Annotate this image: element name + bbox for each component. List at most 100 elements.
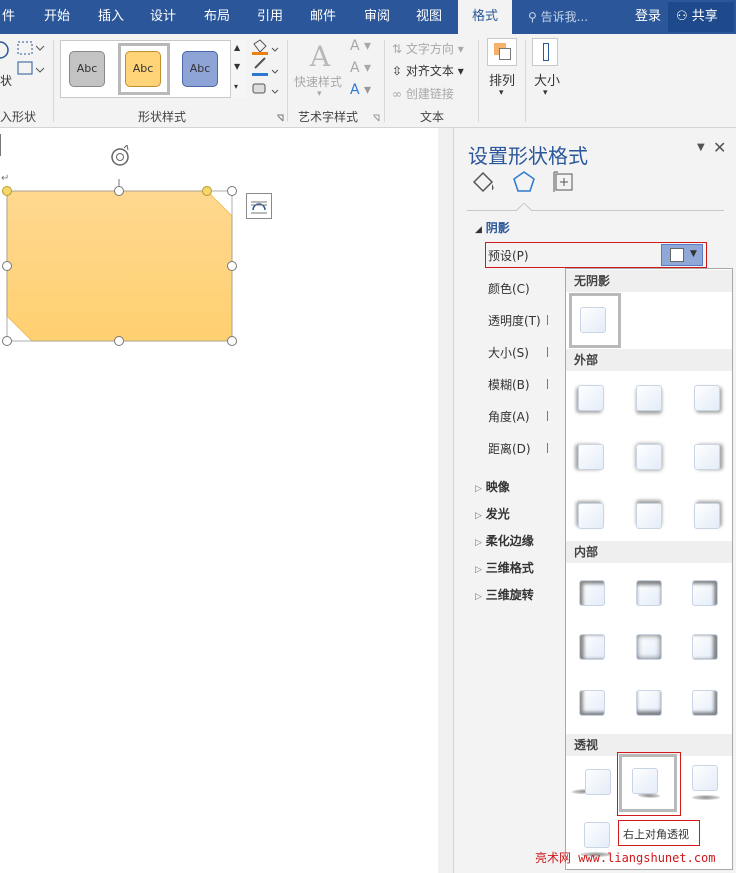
- resize-handle[interactable]: [2, 336, 12, 346]
- preset-inner[interactable]: [692, 580, 718, 606]
- scroll-up-icon[interactable]: ▲: [234, 43, 240, 52]
- preset-outer[interactable]: [694, 444, 720, 470]
- close-icon[interactable]: ✕: [713, 138, 726, 157]
- arrange-icon[interactable]: [487, 38, 517, 66]
- style-swatch-gray[interactable]: Abc: [69, 51, 105, 87]
- resize-handle[interactable]: [227, 186, 237, 196]
- resize-handle[interactable]: [114, 336, 124, 346]
- shape-fill-outline-effects[interactable]: [250, 38, 286, 102]
- more-icon[interactable]: ▾: [234, 82, 238, 91]
- dialog-launcher-icon[interactable]: [276, 114, 284, 122]
- divider: [287, 40, 288, 122]
- tab-insert[interactable]: 插入: [98, 0, 124, 34]
- resize-handle[interactable]: [2, 186, 12, 196]
- preset-no-shadow[interactable]: [580, 307, 606, 333]
- pane-category-icons: [472, 171, 573, 193]
- preset-label: 预设(P): [488, 249, 529, 263]
- angle-label: 角度(A): [488, 410, 530, 424]
- align-text-button[interactable]: ⇳ 对齐文本 ▾: [392, 62, 464, 79]
- dialog-launcher-icon[interactable]: [372, 114, 380, 122]
- resize-handle[interactable]: [114, 186, 124, 196]
- tab-design[interactable]: 设计: [150, 0, 176, 34]
- adjust-handle[interactable]: [202, 186, 212, 196]
- format-3d-section[interactable]: ▷ 三维格式: [475, 559, 534, 576]
- text-direction-button[interactable]: ⇅ 文字方向 ▾: [392, 40, 464, 57]
- resize-handle[interactable]: [227, 336, 237, 346]
- text-effects-icon[interactable]: A ▾: [350, 82, 371, 98]
- pane-options-icon[interactable]: ▼: [697, 142, 705, 153]
- gallery-scroll[interactable]: ▲ ▼ ▾: [230, 40, 246, 98]
- preset-inner[interactable]: [636, 580, 662, 606]
- preset-inner[interactable]: [579, 690, 605, 716]
- slider-tick[interactable]: [547, 379, 548, 389]
- tab-format[interactable]: 格式: [458, 0, 513, 34]
- tab-references[interactable]: 引用: [257, 0, 283, 34]
- size-label[interactable]: 大小: [534, 70, 560, 89]
- scroll-down-icon[interactable]: ▼: [234, 62, 240, 71]
- preset-inner[interactable]: [579, 634, 605, 660]
- collapsed-triangle-icon: ▷: [475, 538, 482, 548]
- soft-edges-label: 柔化边缘: [485, 534, 534, 548]
- tab-review[interactable]: 审阅: [364, 0, 390, 34]
- preset-outer[interactable]: [636, 503, 662, 529]
- share-button[interactable]: ⚇ 共享: [668, 2, 734, 32]
- preset-inner[interactable]: [579, 580, 605, 606]
- preset-perspective[interactable]: [692, 765, 718, 791]
- preset-outer[interactable]: [636, 444, 662, 470]
- slider-tick[interactable]: [547, 443, 548, 453]
- quick-styles-label: 快速样式: [294, 75, 343, 89]
- style-swatch-blue[interactable]: Abc: [182, 51, 218, 87]
- preset-perspective[interactable]: [584, 822, 610, 848]
- preset-inner[interactable]: [636, 634, 662, 660]
- login-button[interactable]: 登录: [635, 0, 661, 34]
- rotation-3d-section[interactable]: ▷ 三维旋转: [475, 586, 534, 603]
- preset-inner[interactable]: [692, 634, 718, 660]
- text-fill-icon[interactable]: A ▾: [350, 38, 371, 54]
- soft-edges-section[interactable]: ▷ 柔化边缘: [475, 532, 534, 549]
- preset-inner[interactable]: [636, 690, 662, 716]
- slider-tick[interactable]: [547, 315, 548, 325]
- insert-shapes-icons[interactable]: [0, 40, 55, 102]
- slider-tick[interactable]: [547, 347, 548, 357]
- chevron-down-icon: [271, 69, 279, 74]
- preset-dropdown-button[interactable]: ▼: [661, 244, 703, 266]
- collapsed-triangle-icon: ▷: [475, 565, 482, 575]
- shape-effects-icon: [252, 83, 266, 94]
- tab-home[interactable]: 开始: [44, 0, 70, 34]
- tab-file[interactable]: 件: [2, 0, 15, 34]
- size-icon[interactable]: [532, 38, 558, 66]
- watermark: 亮术网 www.liangshunet.com: [535, 851, 716, 865]
- tell-me-search[interactable]: ⚲ 告诉我...: [528, 0, 588, 34]
- preset-outer[interactable]: [578, 385, 604, 411]
- selected-shape[interactable]: [0, 145, 280, 355]
- shadow-preview-icon: [670, 248, 684, 262]
- preset-outer[interactable]: [636, 385, 662, 411]
- preset-outer[interactable]: [578, 444, 604, 470]
- reflection-section[interactable]: ▷ 映像: [475, 478, 510, 495]
- preset-outer[interactable]: [694, 503, 720, 529]
- style-swatch-orange[interactable]: Abc: [125, 51, 161, 87]
- resize-handle[interactable]: [2, 261, 12, 271]
- slider-tick[interactable]: [547, 411, 548, 421]
- tab-layout[interactable]: 布局: [204, 0, 230, 34]
- chevron-down-icon: ▾: [317, 89, 322, 99]
- text-outline-icon[interactable]: A ▾: [350, 60, 371, 76]
- preset-outer[interactable]: [694, 385, 720, 411]
- create-link-button[interactable]: ∞ 创建链接: [392, 85, 454, 102]
- preset-tooltip: 右上对角透视: [618, 820, 700, 846]
- preset-perspective[interactable]: [585, 769, 611, 795]
- preset-perspective-upper-right[interactable]: [632, 768, 658, 794]
- tab-view[interactable]: 视图: [416, 0, 442, 34]
- glow-section[interactable]: ▷ 发光: [475, 505, 510, 522]
- layout-options-icon[interactable]: [246, 193, 272, 219]
- resize-handle[interactable]: [227, 261, 237, 271]
- preset-outer[interactable]: [578, 503, 604, 529]
- tab-mailings[interactable]: 邮件: [310, 0, 336, 34]
- distance-label: 距离(D): [488, 442, 531, 456]
- active-tab-pointer: [516, 203, 532, 212]
- preset-inner[interactable]: [692, 690, 718, 716]
- glow-label: 发光: [485, 507, 510, 521]
- arrange-label[interactable]: 排列: [489, 70, 515, 89]
- shadow-section[interactable]: ◢ 阴影: [475, 219, 510, 236]
- divider: [467, 210, 724, 211]
